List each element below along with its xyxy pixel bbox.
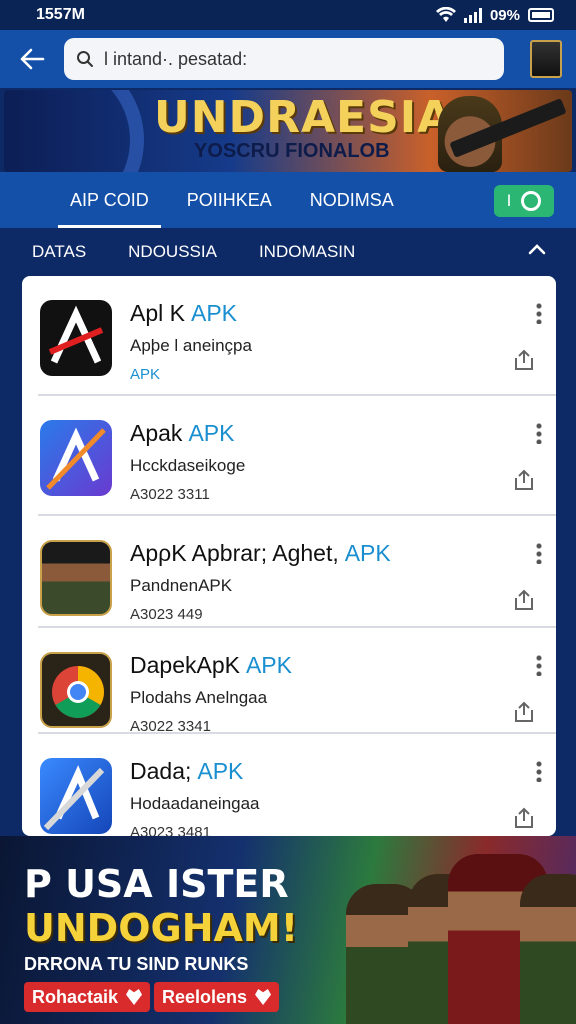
app-meta: A3022 3311 <box>130 486 210 503</box>
app-list: Apl K APK Apþe l aneinçpa APK Apak APK Hcc… <box>22 276 556 836</box>
chrome-icon <box>40 652 112 728</box>
share-icon[interactable] <box>512 468 536 492</box>
signal-icon <box>463 7 482 23</box>
app-icon-soldier <box>40 540 112 616</box>
app-subtitle: Apþe l aneinçpa <box>130 336 252 355</box>
tab-bar: AIP COID POIIHKEA NODIMSA I <box>0 172 576 228</box>
filter-indomasin[interactable]: INDOMASIN <box>259 242 355 262</box>
app-subtitle: Plodahs Anelngaa <box>130 688 268 707</box>
share-icon[interactable] <box>512 588 536 612</box>
soldier-image <box>520 874 576 1024</box>
promo-button-1-label: Rohactaik <box>32 986 119 1007</box>
heart-icon <box>126 989 143 1005</box>
search-input[interactable]: l intand·. pesatad: <box>64 38 504 80</box>
status-bar: 1557M 09% <box>0 0 576 30</box>
battery-percent: 09% <box>489 6 520 24</box>
promo-tagline: DRRONA TU SIND RUNKS <box>24 954 249 974</box>
promo-button-2[interactable]: Reelolens <box>154 982 280 1012</box>
share-icon[interactable] <box>512 806 536 830</box>
app-title: DapekApK APK <box>130 652 292 678</box>
app-meta: A3023 3481 <box>130 824 211 836</box>
app-icon-apk <box>40 300 112 376</box>
more-vert-icon[interactable] <box>536 422 542 444</box>
share-icon[interactable] <box>512 348 536 372</box>
app-title: ApρK Apbrar; Aghet, APK <box>130 540 391 566</box>
banner-subtitle: YOSCRU FIONALOB <box>194 140 390 162</box>
promo-button-1[interactable]: Rohactaik <box>24 982 151 1012</box>
wifi-icon <box>435 7 456 22</box>
apk-tag: APK <box>197 758 244 784</box>
app-subtitle: Hcckdaseikoge <box>130 456 246 475</box>
banner-title: UNDRAESIA <box>154 92 453 143</box>
apk-tag: APK <box>188 420 235 446</box>
promo-headline-2: UNDOGHAM! <box>24 906 299 950</box>
banner-decoration <box>4 90 144 172</box>
list-item[interactable]: Apl K APK Apþe l aneinçpa APK <box>38 276 556 396</box>
apk-tag: APK <box>190 300 238 326</box>
tab-nodimsa[interactable]: NODIMSA <box>310 172 394 228</box>
bottom-promo-banner[interactable]: P USA ISTER UNDOGHAM! DRRONA TU SIND RUN… <box>0 836 576 1024</box>
apk-tag: APK <box>245 652 292 678</box>
share-icon[interactable] <box>512 700 536 724</box>
status-icons: 09% <box>435 6 554 24</box>
search-query: l intand·. pesatad: <box>104 48 248 69</box>
search-icon <box>77 51 93 67</box>
app-icon-dada <box>40 758 112 834</box>
promo-button-2-label: Reelolens <box>162 986 248 1007</box>
app-meta: APK <box>130 366 161 383</box>
more-vert-icon[interactable] <box>536 654 542 676</box>
app-icon-apak <box>40 420 112 496</box>
list-item[interactable]: ApρK Apbrar; Aghet, APK PandnenAPK A3023 … <box>38 516 556 628</box>
app-subtitle: PandnenAPK <box>130 576 233 595</box>
filter-ndoussia[interactable]: NDOUSSIA <box>128 242 217 262</box>
circle-icon <box>521 191 542 211</box>
app-meta: A3022 3341 <box>130 718 211 735</box>
promo-headline: P USA ISTER <box>24 862 289 906</box>
app-title: Apl K APK <box>130 300 238 326</box>
toggle-label: I <box>506 191 512 210</box>
toggle-button[interactable]: I <box>494 185 554 217</box>
battery-icon <box>528 8 554 22</box>
tab-poiihkea[interactable]: POIIHKEA <box>187 172 272 228</box>
heart-icon <box>255 989 272 1005</box>
arrow-left-icon <box>20 48 45 70</box>
back-button[interactable] <box>0 30 64 88</box>
app-title: Apak APK <box>130 420 235 446</box>
app-subtitle: Hodaadaneingaa <box>130 794 260 813</box>
app-bar: l intand·. pesatad: <box>0 30 576 88</box>
filter-datas[interactable]: DATAS <box>32 242 86 262</box>
app-title: Dada; APK <box>130 758 244 784</box>
promo-banner[interactable]: UNDRAESIA YOSCRU FIONALOB <box>4 90 572 172</box>
list-item[interactable]: DapekApK APK Plodahs Anelngaa A3022 3341 <box>38 628 556 735</box>
filter-row: DATAS NDOUSSIA INDOMASIN <box>0 230 576 274</box>
tab-aip-coid[interactable]: AIP COID <box>58 172 161 228</box>
apk-tag: APK <box>344 540 391 566</box>
app-meta: A3023 449 <box>130 606 203 623</box>
more-vert-icon[interactable] <box>536 760 542 782</box>
status-time: 1557M <box>36 6 85 23</box>
list-item[interactable]: Apak APK Hcckdaseikoge A3022 3311 <box>38 396 556 516</box>
list-item[interactable]: Dada; APK Hodaadaneingaa A3023 3481 <box>38 734 556 836</box>
more-vert-icon[interactable] <box>536 542 542 564</box>
more-vert-icon[interactable] <box>536 302 542 324</box>
chevron-up-icon[interactable] <box>528 238 546 261</box>
avatar[interactable] <box>530 40 562 78</box>
